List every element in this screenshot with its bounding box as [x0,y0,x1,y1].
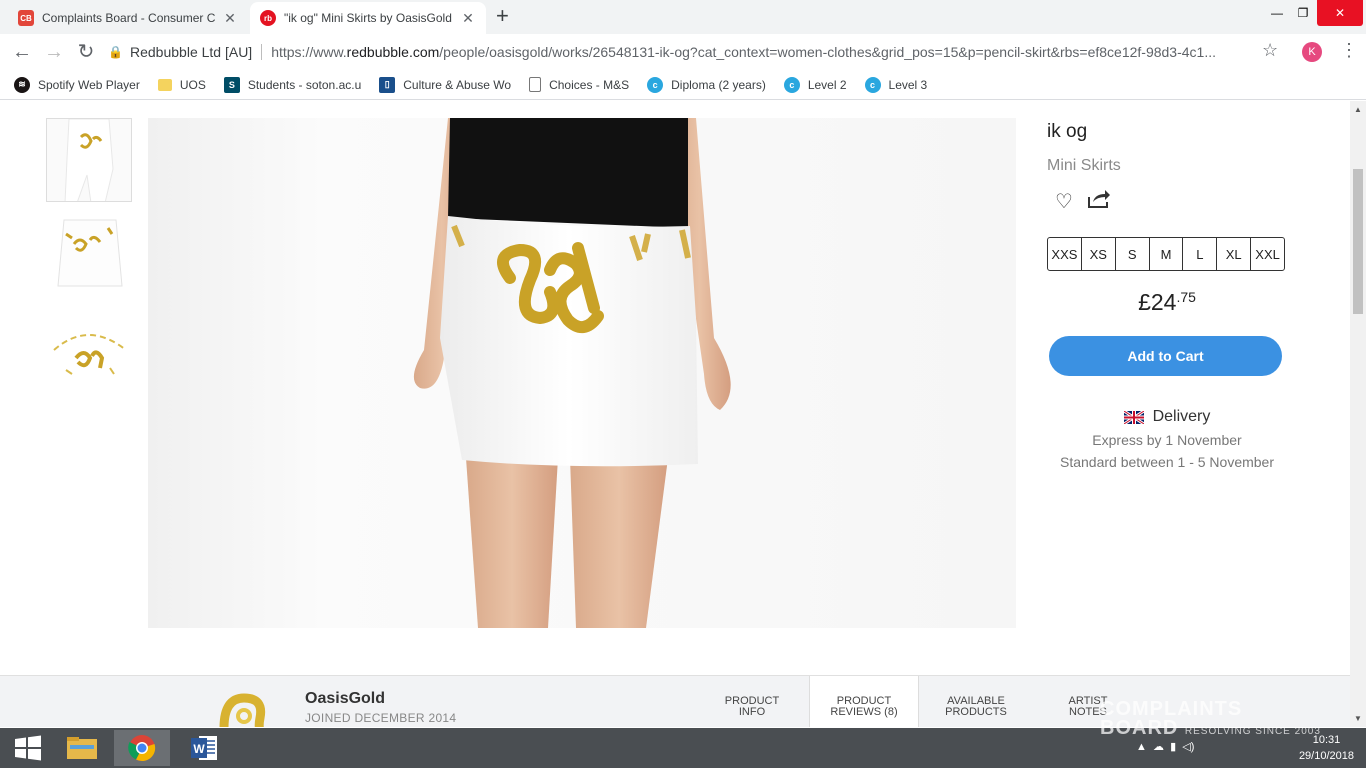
spotify-icon: ≋ [14,76,30,93]
complaints-board-watermark: COMPLAINTS BOARD RESOLVING SINCE 2003 [1100,698,1321,739]
word-app[interactable]: W [176,730,232,766]
bookmark-uos[interactable]: UOS [157,78,206,92]
bookmark-students-soton[interactable]: S Students - soton.ac.u [223,76,361,93]
thumbnail-model-side[interactable] [46,118,132,202]
scrollbar-thumb[interactable] [1353,169,1363,314]
back-button[interactable]: ← [10,40,34,64]
standard-delivery-text: Standard between 1 - 5 November [1059,454,1274,470]
city-icon: c [783,76,800,93]
size-option-m[interactable]: M [1150,238,1184,270]
tab-strip: CB Complaints Board - Consumer C ✕ rb "i… [0,0,1366,34]
city-icon: c [647,76,664,93]
bookmark-spotify[interactable]: ≋ Spotify Web Player [14,76,140,93]
folder-icon [67,737,97,759]
artist-avatar[interactable] [214,688,280,727]
add-to-cart-button[interactable]: Add to Cart [1049,336,1282,376]
folder-icon [157,78,172,91]
tab-title: Complaints Board - Consumer C [42,11,216,25]
product-page: ik og Mini Skirts ♡ XXS XS S M L XL XXL … [0,101,1350,727]
artist-name[interactable]: OasisGold [305,690,385,708]
chrome-app[interactable] [114,730,170,766]
bookmark-diploma[interactable]: c Diploma (2 years) [647,76,766,93]
tab-complaints-board[interactable]: CB Complaints Board - Consumer C ✕ [8,2,248,34]
scroll-down-arrow-icon[interactable]: ▼ [1350,714,1366,723]
size-option-xl[interactable]: XL [1217,238,1252,270]
bookmark-star-icon[interactable]: ☆ [1262,40,1278,61]
bookmarks-bar: ≋ Spotify Web Player UOS S Students - so… [0,70,1366,100]
scroll-up-arrow-icon[interactable]: ▲ [1350,105,1366,114]
tab-product-info[interactable]: PRODUCT INFO [697,676,807,727]
system-tray-icons[interactable]: ▲ ☁ ▮ ◁) [1136,740,1194,753]
close-tab-icon[interactable]: ✕ [222,10,238,27]
page-icon [529,77,542,92]
size-option-l[interactable]: L [1183,238,1218,270]
bookmark-level-3[interactable]: c Level 3 [864,76,927,93]
windows-logo-icon [15,735,41,761]
complaints-board-favicon-icon: CB [18,10,34,26]
profile-avatar[interactable]: K [1302,42,1322,62]
svg-text:W: W [193,742,205,756]
bookmark-culture-abuse[interactable]: ▯ Culture & Abuse Wo [379,76,511,93]
bookmark-level-2[interactable]: c Level 2 [783,76,847,93]
delivery-info: Delivery Express by 1 November Standard … [1047,408,1287,470]
share-icon[interactable] [1087,189,1111,215]
size-option-xxl[interactable]: XXL [1251,238,1284,270]
size-option-xxs[interactable]: XXS [1048,238,1082,270]
close-window-button[interactable]: ✕ [1317,0,1363,26]
product-price: £24.75 [1138,289,1196,315]
city-icon: c [864,76,881,93]
close-tab-icon[interactable]: ✕ [460,10,476,27]
start-button[interactable] [0,730,56,766]
chrome-icon [128,735,156,762]
page-scrollbar[interactable]: ▲ ▼ [1350,101,1366,727]
express-delivery-text: Express by 1 November [1092,432,1242,448]
tab-product-reviews[interactable]: PRODUCT REVIEWS (8) [809,676,919,727]
delivery-heading: Delivery [1047,408,1287,426]
tab-available-products[interactable]: AVAILABLE PRODUCTS [921,676,1031,727]
forward-button[interactable]: → [42,40,66,64]
heart-icon[interactable]: ♡ [1055,189,1073,215]
tab-title: "ik og" Mini Skirts by OasisGold [284,11,452,25]
artist-joined-date: JOINED DECEMBER 2014 [305,711,457,725]
bookmark-choices-ms[interactable]: Choices - M&S [529,77,629,92]
browser-toolbar: ← → ↻ 🔒 Redbubble Ltd [AU] https://www.r… [0,34,1366,70]
url-text: https://www.redbubble.com/people/oasisgo… [271,44,1216,60]
redbubble-favicon-icon: rb [260,10,276,26]
word-icon: W [191,736,217,760]
product-type-link[interactable]: Mini Skirts [1047,157,1287,175]
main-product-image[interactable] [148,118,1016,628]
s-icon: S [223,76,240,93]
thumbnail-flat-skirt[interactable] [46,214,132,298]
uk-flag-icon [1123,410,1144,424]
thumbnail-list [46,118,134,406]
omnibox-divider [261,44,263,60]
new-tab-button[interactable]: + [496,5,509,27]
file-explorer-app[interactable] [54,730,110,766]
size-option-xs[interactable]: XS [1082,238,1116,270]
lock-icon: 🔒 [108,45,123,59]
site-owner-label: Redbubble Ltd [AU] [130,44,253,60]
product-title: ik og [1047,121,1088,142]
size-option-s[interactable]: S [1116,238,1150,270]
tab-redbubble[interactable]: rb "ik og" Mini Skirts by OasisGold ✕ [250,2,486,34]
product-info-panel: ik og Mini Skirts ♡ XXS XS S M L XL XXL … [1047,121,1287,470]
thumbnail-print-pattern[interactable] [46,310,132,394]
doc-icon: ▯ [379,76,396,93]
browser-menu-icon[interactable]: ⋮ [1340,40,1358,61]
address-bar[interactable]: 🔒 Redbubble Ltd [AU] https://www.redbubb… [108,38,1288,66]
size-selector: XXS XS S M L XL XXL [1047,237,1285,271]
product-actions: ♡ [1055,189,1287,215]
reload-button[interactable]: ↻ [74,40,98,64]
